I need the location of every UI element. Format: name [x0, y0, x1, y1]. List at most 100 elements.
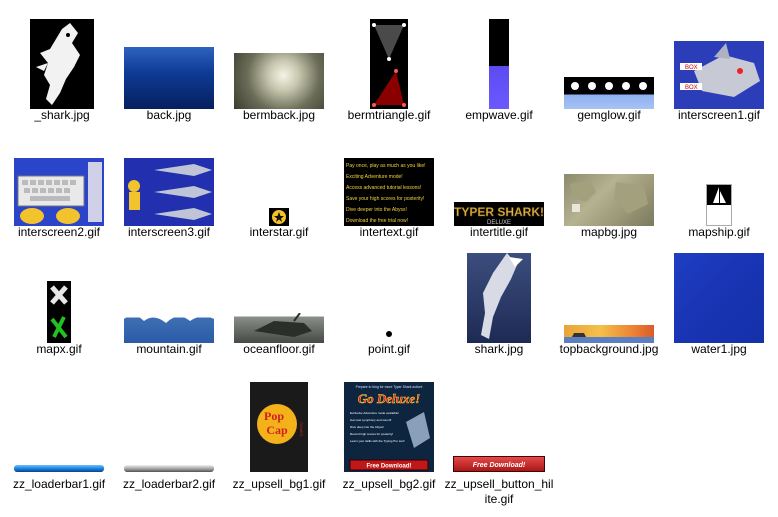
thumbnail-frame — [554, 247, 664, 343]
file-item-_shark[interactable]: _shark.jpg — [7, 13, 117, 130]
popcap-logo-thumbnail: Pop Cap GAMES — [250, 382, 308, 472]
thumbnail-frame — [554, 130, 664, 226]
star-thumbnail — [269, 208, 289, 226]
boat-silhouette — [564, 333, 654, 343]
file-item-interscreen3[interactable]: interscreen3.gif — [114, 130, 224, 247]
file-item-point[interactable]: point.gif — [334, 247, 444, 364]
file-item-mapx[interactable]: mapx.gif — [4, 247, 114, 364]
file-name: bermback.jpg — [242, 108, 316, 122]
underwater-thumbnail — [124, 47, 214, 109]
map-background-thumbnail — [564, 174, 654, 226]
svg-text:Cap: Cap — [266, 423, 288, 437]
thumbnail-frame — [224, 130, 334, 226]
svg-text:Record high scores for posteri: Record high scores for posterity! — [350, 432, 393, 436]
file-name: water1.jpg — [691, 342, 747, 356]
file-item-back[interactable]: back.jpg — [114, 13, 224, 130]
svg-text:Prepare to blog for more Typer: Prepare to blog for more Typer Shark act… — [356, 385, 423, 389]
file-name: zz_upsell_bg1.gif — [232, 477, 326, 491]
file-item-zz_loaderbar1[interactable]: zz_loaderbar1.gif — [4, 382, 114, 499]
svg-text:TYPER SHARK!: TYPER SHARK! — [454, 205, 544, 219]
title-logo: TYPER SHARK! DELUXE — [454, 205, 544, 226]
shark-rows-icon — [128, 164, 212, 220]
file-name: mapx.gif — [36, 342, 82, 356]
file-name: gemglow.gif — [577, 108, 641, 122]
mountain-shape — [124, 311, 214, 323]
file-item-intertext[interactable]: Pay once, play as much as you like! Exci… — [334, 130, 444, 247]
file-name: interstar.gif — [249, 225, 309, 239]
shipwreck-shape — [254, 313, 312, 337]
thumbnail-frame — [114, 382, 224, 472]
intertitle-thumbnail: TYPER SHARK! DELUXE — [454, 202, 544, 226]
file-grid: _shark.jpg back.jpg bermback.jpg bermtri… — [0, 0, 778, 517]
svg-text:Free Download!: Free Download! — [473, 462, 526, 469]
file-item-mapbg[interactable]: mapbg.jpg — [554, 130, 664, 247]
file-name: zz_loaderbar1.gif — [12, 477, 106, 491]
file-name: interscreen2.gif — [17, 225, 101, 239]
thumbnail-frame — [224, 13, 334, 109]
file-item-bermtriangle[interactable]: bermtriangle.gif — [334, 13, 444, 130]
interscreen3-thumbnail — [124, 158, 214, 226]
mountain-thumbnail — [124, 311, 214, 343]
thumbnail-frame — [114, 247, 224, 343]
shark-painting-icon — [481, 253, 523, 339]
file-name: mapship.gif — [688, 225, 750, 239]
file-item-interstar[interactable]: interstar.gif — [224, 130, 334, 247]
thumbnail-frame: Pop Cap GAMES — [224, 382, 334, 472]
star-icon — [272, 210, 286, 224]
file-item-mapship[interactable]: mapship.gif — [664, 130, 774, 247]
thumbnail-frame — [334, 13, 444, 109]
file-name: mountain.gif — [136, 342, 202, 356]
sunset-thumbnail — [564, 325, 654, 343]
thumbnail-frame: Free Download! — [444, 382, 554, 472]
popcap-logo: Pop Cap GAMES — [257, 404, 304, 444]
ocean-floor-thumbnail — [234, 313, 324, 343]
svg-text:Get new symphony and sound!: Get new symphony and sound! — [350, 418, 392, 422]
file-name: zz_upsell_button_hilite.gif — [444, 477, 554, 506]
map-land-icon — [570, 180, 648, 214]
file-name: _shark.jpg — [34, 108, 90, 122]
file-name: bermtriangle.gif — [347, 108, 431, 122]
file-item-gemglow[interactable]: gemglow.gif — [554, 13, 664, 130]
file-name: topbackground.jpg — [559, 342, 659, 356]
promo-text-lines: Pay once, play as much as you like! Exci… — [346, 163, 426, 224]
file-item-topbackground[interactable]: topbackground.jpg — [554, 247, 664, 364]
interscreen2-thumbnail — [14, 158, 104, 226]
file-item-zz_upsell_bg2[interactable]: Prepare to blog for more Typer Shark act… — [334, 382, 444, 499]
water-thumbnail — [674, 253, 764, 343]
svg-text:Go Deluxe!: Go Deluxe! — [358, 391, 420, 406]
box-tag-2: BOX — [685, 85, 698, 91]
intertext-thumbnail: Pay once, play as much as you like! Exci… — [344, 158, 434, 226]
thumbnail-frame — [114, 130, 224, 226]
shark-silhouette-thumbnail — [30, 19, 94, 109]
file-item-zz_upsell_button_hilite[interactable]: Free Download! zz_upsell_button_hilite.g… — [444, 382, 554, 506]
ship-icon — [707, 185, 731, 205]
thumbnail-frame — [664, 247, 774, 343]
map-ship-thumbnail — [706, 184, 732, 226]
file-item-bermback[interactable]: bermback.jpg — [224, 13, 334, 130]
file-item-mountain[interactable]: mountain.gif — [114, 247, 224, 364]
keyboard-hands-icon — [17, 162, 102, 224]
file-item-shark[interactable]: shark.jpg — [444, 247, 554, 364]
file-item-water1[interactable]: water1.jpg — [664, 247, 774, 364]
file-item-empwave[interactable]: empwave.gif — [444, 13, 554, 130]
svg-text:Exclusive Adventure mode avail: Exclusive Adventure mode available! — [350, 411, 399, 415]
free-download-label: Free Download! — [473, 462, 526, 469]
file-item-zz_upsell_bg1[interactable]: Pop Cap GAMES zz_upsell_bg1.gif — [224, 382, 334, 499]
file-item-zz_loaderbar2[interactable]: zz_loaderbar2.gif — [114, 382, 224, 499]
thumbnail-frame: BOX BOX — [664, 13, 774, 109]
file-item-intertitle[interactable]: TYPER SHARK! DELUXE intertitle.gif — [444, 130, 554, 247]
shark-shape-icon — [36, 23, 80, 105]
loader-bar-gray-thumbnail — [124, 465, 214, 472]
file-item-interscreen2[interactable]: interscreen2.gif — [4, 130, 114, 247]
emp-wave-thumbnail — [489, 19, 509, 109]
file-name: empwave.gif — [465, 108, 533, 122]
file-item-interscreen1[interactable]: BOX BOX interscreen1.gif — [664, 13, 774, 130]
svg-text:Access advanced tutorial lesso: Access advanced tutorial lessons! — [346, 185, 421, 191]
file-item-oceanfloor[interactable]: oceanfloor.gif — [224, 247, 334, 364]
svg-text:GAMES: GAMES — [299, 422, 304, 437]
file-name: intertext.gif — [359, 225, 419, 239]
triangle-icon — [372, 23, 406, 107]
x-mark-icon — [50, 285, 68, 339]
svg-text:Exciting Adventure mode!: Exciting Adventure mode! — [346, 174, 403, 180]
robot-shark-icon: BOX BOX — [680, 43, 760, 97]
